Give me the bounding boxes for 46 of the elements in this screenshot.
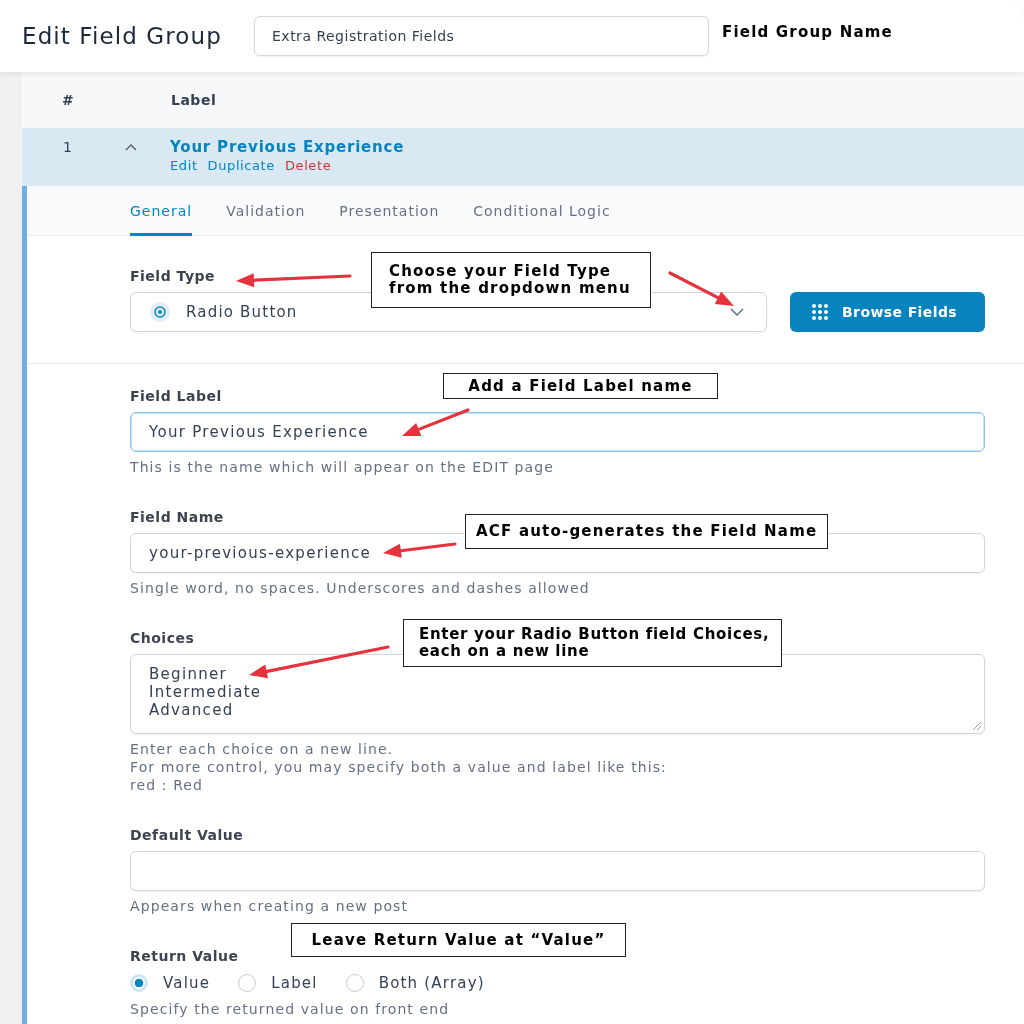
radio-label[interactable]: Value [163, 974, 211, 992]
radio-label[interactable]: Both (Array) [378, 974, 485, 992]
row-action-link[interactable]: Delete [284, 158, 332, 174]
help-text: red : Red [130, 777, 204, 793]
caret-icon[interactable] [125, 143, 137, 151]
help-text: Appears when creating a new post [130, 898, 409, 914]
resize-handle-icon[interactable] [973, 722, 981, 730]
help-text: For more control, you may specify both a value and label like this: [130, 759, 667, 775]
grid-icon [811, 303, 829, 321]
field-label: Field Name [130, 509, 224, 525]
group-name-input[interactable]: Extra Registration Fields [254, 16, 709, 56]
annotation-arrow [668, 271, 734, 306]
text-input[interactable] [130, 851, 985, 891]
field-label: Field Label [130, 388, 222, 404]
field-label: Field Type [130, 268, 216, 284]
tab[interactable]: Validation [226, 186, 306, 236]
radio-button[interactable] [238, 974, 257, 992]
radio-button[interactable] [130, 974, 148, 992]
field-label: Choices [130, 630, 195, 646]
radio-button[interactable] [345, 974, 364, 992]
table-row[interactable]: 1 Your Previous Experience Edit Duplicate Delete [22, 128, 1024, 186]
tab[interactable]: Presentation [339, 186, 440, 236]
radio-label[interactable]: Label [271, 974, 318, 992]
help-text: Specify the returned value on front end [130, 1001, 450, 1017]
annotation-callout: Leave Return Value at “Value” [291, 923, 626, 957]
annotation-callout: Enter your Radio Button field Choices, each on a new line [403, 619, 782, 667]
chevron-down-icon [730, 308, 744, 316]
field-label: Return Value [130, 948, 239, 964]
radio-button-icon [150, 302, 170, 322]
annotation-label: Field Group Name [722, 23, 893, 41]
page-title: Edit Field Group [22, 22, 223, 50]
column-header: # [62, 92, 75, 108]
column-header: Label [171, 92, 217, 108]
browse-fields-button[interactable]: Browse Fields [790, 292, 985, 332]
help-text: Enter each choice on a new line. [130, 741, 394, 757]
tab[interactable]: Conditional Logic [473, 186, 611, 236]
text-input[interactable]: Your Previous Experience [130, 412, 985, 452]
help-text: This is the name which will appear on the EDIT page [130, 459, 554, 475]
tab[interactable]: General [130, 186, 193, 236]
annotation-callout: Add a Field Label name [443, 373, 718, 399]
annotation-arrow [402, 408, 470, 436]
field-label: Default Value [130, 827, 244, 843]
annotation-callout: Choose your Field Type from the dropdown menu [371, 252, 651, 308]
help-text: Single word, no spaces. Underscores and dashes allowed [130, 580, 590, 596]
annotation-callout: ACF auto-generates the Field Name [465, 514, 828, 549]
row-number: 1 [63, 139, 72, 155]
